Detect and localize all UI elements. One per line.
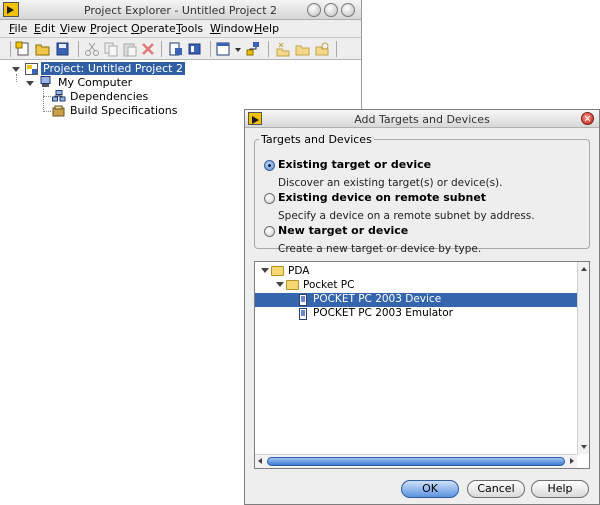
add-file-icon[interactable] — [168, 41, 184, 57]
scroll-thumb[interactable] — [267, 457, 565, 466]
paste-icon[interactable] — [122, 41, 138, 57]
menu-file[interactable]: File — [9, 22, 27, 35]
add-targets-dialog: Add Targets and Devices Targets and Devi… — [244, 109, 600, 505]
pda-device-icon — [299, 294, 307, 306]
menubar: File Edit View Project Operate Tools Win… — [0, 20, 361, 38]
list-item-pda[interactable]: PDA — [288, 265, 309, 279]
tree-line — [43, 96, 51, 97]
toolbar-separator — [10, 41, 11, 57]
tree-item-build-specifications[interactable]: Build Specifications — [70, 104, 177, 117]
project-label: Project: Untitled Project 2 — [41, 62, 185, 75]
toolbar-separator — [78, 41, 79, 57]
toolbar — [0, 38, 361, 60]
toolbar-separator — [336, 41, 337, 57]
view-options-icon[interactable] — [216, 41, 232, 57]
option-new-target-desc: Create a new target or device by type. — [278, 243, 482, 255]
project-icon — [25, 63, 38, 75]
list-item-selected[interactable]: POCKET PC 2003 Device — [255, 293, 577, 307]
group-label: Targets and Devices — [261, 133, 372, 146]
tree-item-project[interactable]: Project: Untitled Project 2 — [41, 62, 185, 75]
dependencies-label: Dependencies — [70, 90, 149, 103]
radio-existing-target[interactable] — [264, 160, 275, 171]
open-folder-icon[interactable] — [35, 41, 51, 57]
device-tree-list[interactable]: PDA Pocket PC POCKET PC 2003 Device POCK… — [254, 261, 590, 469]
radio-new-target[interactable] — [264, 226, 275, 237]
collapse-all-icon[interactable] — [295, 41, 311, 57]
list-item[interactable]: POCKET PC 2003 Emulator — [255, 307, 577, 321]
my-computer-label: My Computer — [58, 76, 133, 89]
tree-line — [43, 111, 51, 112]
list-item-label: POCKET PC 2003 Emulator — [313, 307, 453, 319]
cut-icon[interactable] — [84, 41, 100, 57]
option-existing-target-label[interactable]: Existing target or device — [278, 158, 431, 171]
close-icon[interactable] — [581, 112, 594, 125]
maximize-icon[interactable] — [324, 3, 338, 17]
option-new-target-label[interactable]: New target or device — [278, 224, 408, 237]
minimize-icon[interactable] — [307, 3, 321, 17]
hierarchy-icon[interactable] — [245, 41, 261, 57]
folder-icon — [286, 280, 299, 290]
targets-and-devices-group: Targets and Devices Existing target or d… — [254, 133, 590, 255]
menu-help[interactable]: Help — [254, 22, 279, 35]
tree-item-dependencies[interactable]: Dependencies — [70, 90, 148, 103]
toolbar-separator — [161, 41, 162, 57]
expand-all-icon[interactable] — [275, 41, 291, 57]
menu-window[interactable]: Window — [210, 22, 253, 35]
expand-toggle-icon[interactable] — [12, 67, 20, 72]
horizontal-scrollbar[interactable] — [255, 454, 577, 468]
computer-icon — [40, 76, 51, 87]
menu-view[interactable]: View — [60, 22, 86, 35]
scroll-left-icon[interactable] — [258, 458, 262, 464]
vertical-scrollbar[interactable] — [577, 262, 589, 454]
build-icon[interactable] — [187, 41, 203, 57]
expand-toggle-icon[interactable] — [261, 268, 269, 273]
menu-operate[interactable]: Operate — [131, 22, 176, 35]
dialog-title: Add Targets and Devices — [354, 113, 490, 126]
scroll-down-icon[interactable] — [581, 445, 587, 449]
menu-project[interactable]: Project — [90, 22, 128, 35]
tree-item-my-computer[interactable]: My Computer — [58, 76, 132, 89]
explorer-titlebar[interactable]: Project Explorer - Untitled Project 2 — [0, 0, 361, 20]
new-project-icon[interactable] — [15, 41, 31, 57]
menu-tools[interactable]: Tools — [176, 22, 203, 35]
dialog-titlebar[interactable]: Add Targets and Devices — [245, 110, 599, 128]
help-button[interactable]: Help — [531, 480, 589, 498]
menu-edit[interactable]: Edit — [34, 22, 55, 35]
build-specifications-label: Build Specifications — [70, 104, 178, 117]
tree-line — [43, 89, 44, 112]
copy-icon[interactable] — [103, 41, 119, 57]
build-specifications-icon — [52, 105, 65, 117]
tree-line — [16, 74, 17, 82]
expand-toggle-icon[interactable] — [276, 282, 284, 287]
cancel-button[interactable]: Cancel — [467, 480, 525, 498]
option-remote-subnet-label[interactable]: Existing device on remote subnet — [278, 191, 486, 204]
list-item-pocket-pc[interactable]: Pocket PC — [303, 279, 354, 293]
scroll-right-icon[interactable] — [570, 458, 574, 464]
dependencies-icon — [52, 90, 66, 102]
pda-device-icon — [299, 308, 307, 320]
chevron-down-icon[interactable] — [235, 48, 241, 52]
list-item-label: POCKET PC 2003 Device — [313, 293, 442, 305]
toolbar-separator — [210, 41, 211, 57]
close-icon[interactable] — [341, 3, 355, 17]
refresh-icon[interactable] — [314, 41, 330, 57]
scroll-up-icon[interactable] — [581, 267, 587, 271]
expand-toggle-icon[interactable] — [26, 81, 34, 86]
option-existing-target-desc: Discover an existing target(s) or device… — [278, 177, 503, 189]
toolbar-separator — [268, 41, 269, 57]
folder-icon — [271, 266, 284, 276]
delete-icon[interactable] — [140, 41, 156, 57]
radio-remote-subnet[interactable] — [264, 193, 275, 204]
save-all-icon[interactable] — [55, 41, 71, 57]
ok-button[interactable]: OK — [401, 480, 459, 498]
option-remote-subnet-desc: Specify a device on a remote subnet by a… — [278, 210, 535, 222]
